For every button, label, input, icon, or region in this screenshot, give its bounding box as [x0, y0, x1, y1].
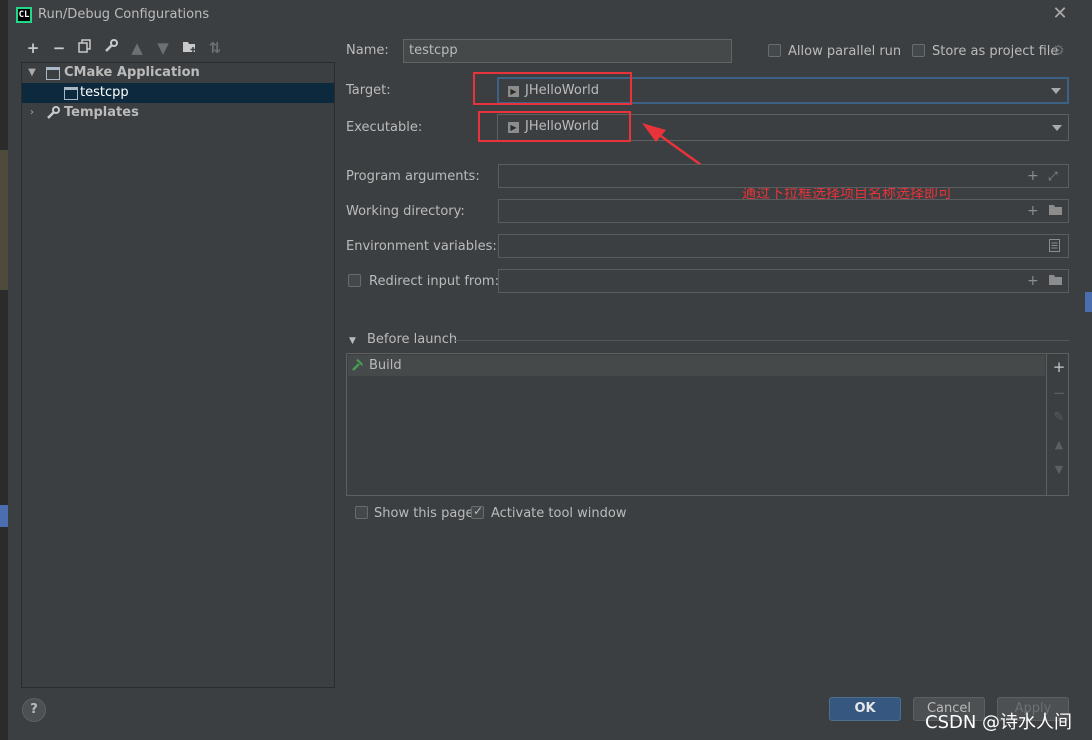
list-item[interactable]: Build — [348, 355, 1045, 376]
document-icon[interactable] — [1049, 239, 1060, 255]
move-up-icon[interactable]: ▲ — [128, 39, 146, 57]
working-dir-field[interactable]: + — [498, 199, 1069, 223]
store-project-label: Store as project file — [932, 44, 1059, 59]
allow-parallel-checkbox[interactable] — [768, 44, 781, 57]
wrench-icon — [46, 106, 60, 127]
annotation-highlight-target — [473, 72, 632, 105]
remove-icon[interactable]: − — [1051, 384, 1067, 402]
chevron-right-icon[interactable]: › — [26, 103, 38, 123]
program-args-label: Program arguments: — [346, 169, 480, 184]
move-down-icon[interactable]: ▼ — [154, 39, 172, 57]
plus-icon[interactable]: + — [1027, 274, 1039, 288]
env-vars-label: Environment variables: — [346, 239, 497, 254]
chevron-down-icon[interactable] — [1052, 124, 1062, 131]
plus-icon[interactable]: + — [1027, 169, 1039, 183]
cmake-icon — [46, 67, 60, 80]
sort-icon[interactable]: ⇅ — [206, 39, 224, 57]
name-value: testcpp — [409, 43, 458, 58]
before-launch-list: Build — [346, 353, 1069, 496]
annotation-highlight-executable — [478, 111, 631, 142]
working-dir-label: Working directory: — [346, 204, 465, 219]
tree-group-label: CMake Application — [64, 65, 200, 80]
move-down-icon[interactable]: ▼ — [1051, 463, 1067, 476]
help-button[interactable]: ? — [22, 698, 46, 722]
add-icon[interactable]: + — [24, 39, 42, 57]
name-field[interactable]: testcpp — [403, 39, 732, 63]
tree-item-testcpp[interactable]: testcpp — [22, 83, 334, 103]
show-page-checkbox[interactable] — [355, 506, 368, 519]
program-args-field[interactable]: + ⤢ — [498, 164, 1069, 188]
background-window-edge — [1085, 292, 1092, 312]
app-logo: CL — [16, 7, 32, 23]
watermark: CSDN @诗水人间 — [925, 712, 1073, 733]
tree-group-cmake[interactable]: ▼ CMake Application — [22, 63, 334, 83]
folder-icon[interactable] — [1048, 204, 1063, 219]
list-item-label: Build — [369, 358, 402, 373]
tree-item-label: testcpp — [80, 85, 129, 100]
plus-icon[interactable]: + — [1027, 204, 1039, 218]
add-icon[interactable]: + — [1051, 358, 1067, 376]
gear-icon[interactable]: ⚙ — [1052, 44, 1065, 58]
edit-icon[interactable]: ✎ — [1051, 410, 1067, 425]
redirect-label: Redirect input from: — [369, 274, 499, 289]
configuration-tree: ▼ CMake Application testcpp › Templates — [21, 62, 335, 688]
remove-icon[interactable]: − — [50, 39, 68, 57]
tree-group-templates[interactable]: › Templates — [22, 103, 334, 123]
expand-icon[interactable]: ⤢ — [1048, 169, 1058, 183]
chevron-down-icon[interactable] — [1051, 87, 1061, 94]
tree-templates-label: Templates — [64, 105, 139, 120]
show-page-label: Show this page — [374, 506, 474, 521]
new-folder-icon[interactable] — [180, 39, 198, 57]
window-title: Run/Debug Configurations — [38, 7, 210, 22]
target-label: Target: — [346, 83, 391, 98]
copy-icon[interactable] — [76, 39, 94, 57]
hammer-icon — [350, 358, 364, 376]
store-project-checkbox[interactable] — [912, 44, 925, 57]
allow-parallel-label: Allow parallel run — [788, 44, 902, 59]
redirect-field[interactable]: + — [498, 269, 1069, 293]
cmake-icon — [64, 87, 78, 100]
redirect-checkbox[interactable] — [348, 274, 361, 287]
close-icon[interactable]: ✕ — [1052, 5, 1068, 23]
ok-button[interactable]: OK — [829, 697, 901, 721]
name-label: Name: — [346, 43, 389, 58]
executable-label: Executable: — [346, 120, 423, 135]
wrench-icon[interactable] — [102, 39, 120, 57]
collapse-icon[interactable]: ▼ — [349, 336, 356, 346]
activate-tool-checkbox[interactable] — [471, 504, 484, 519]
move-up-icon[interactable]: ▲ — [1051, 438, 1067, 451]
chevron-down-icon[interactable]: ▼ — [26, 63, 38, 83]
before-launch-title: Before launch — [367, 332, 458, 347]
background-window-strip — [0, 0, 8, 740]
section-divider — [454, 340, 1069, 341]
folder-icon[interactable] — [1048, 274, 1063, 289]
activate-tool-label: Activate tool window — [491, 506, 627, 521]
env-vars-field[interactable] — [498, 234, 1069, 258]
